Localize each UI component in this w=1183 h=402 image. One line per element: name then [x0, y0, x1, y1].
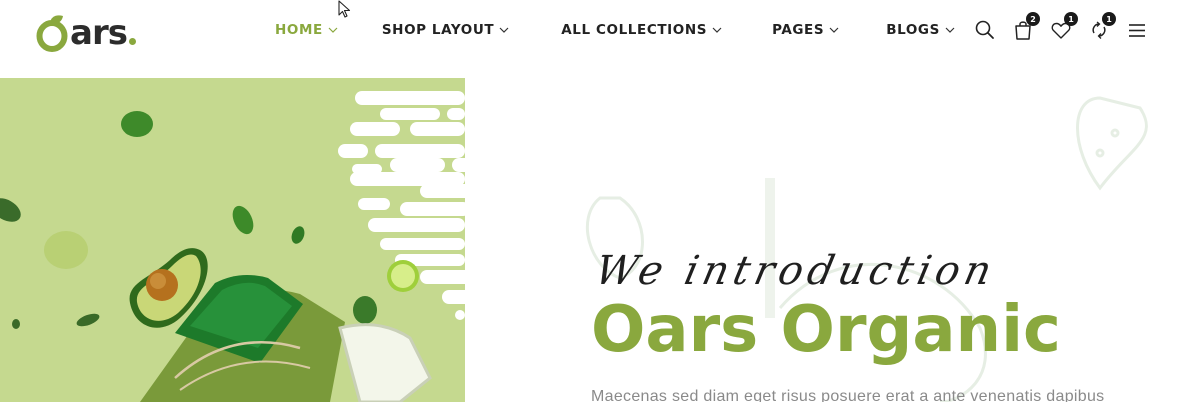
- mouse-cursor-icon: [338, 0, 351, 18]
- main-nav: HOME SHOP LAYOUT ALL COLLECTIONS PAGES B…: [275, 20, 955, 40]
- nav-item-all-collections[interactable]: ALL COLLECTIONS: [561, 20, 722, 40]
- cart-count-badge: 2: [1026, 12, 1040, 26]
- search-button[interactable]: [974, 18, 996, 42]
- header-actions: 2 1 1: [974, 12, 1148, 42]
- hero-tagline: We introduction: [591, 248, 1001, 294]
- nav-item-label: BLOGS: [886, 22, 940, 38]
- nav-item-label: SHOP LAYOUT: [381, 22, 495, 38]
- nav-item-home[interactable]: HOME: [275, 20, 338, 40]
- chevron-down-icon: [829, 27, 839, 33]
- hamburger-menu-icon: [1129, 24, 1145, 37]
- logo-leaf-o-icon: [36, 15, 68, 52]
- wishlist-count-badge: 1: [1064, 12, 1078, 26]
- chevron-down-icon: [499, 27, 509, 33]
- compare-button[interactable]: 1: [1088, 12, 1116, 42]
- hero-product-image: [0, 78, 600, 402]
- hero-banner: We introduction Oars Organic Maecenas se…: [0, 78, 1183, 402]
- nav-item-blogs[interactable]: BLOGS: [886, 20, 955, 40]
- nav-item-label: ALL COLLECTIONS: [561, 22, 708, 38]
- nav-item-shop-layout[interactable]: SHOP LAYOUT: [382, 20, 509, 40]
- hero-description: Maecenas sed diam eget risus posuere era…: [591, 388, 1105, 402]
- chevron-down-icon: [945, 27, 955, 33]
- logo[interactable]: ars: [36, 8, 136, 52]
- search-icon: [975, 20, 994, 39]
- wishlist-button[interactable]: 1: [1050, 12, 1078, 42]
- nav-item-label: PAGES: [772, 22, 825, 38]
- hero-title: Oars Organic: [591, 293, 1061, 367]
- chevron-down-icon: [712, 27, 722, 33]
- compare-count-badge: 1: [1102, 12, 1116, 26]
- logo-dot: [128, 38, 136, 45]
- cart-button[interactable]: 2: [1012, 12, 1040, 42]
- nav-item-pages[interactable]: PAGES: [772, 20, 839, 40]
- site-header: ars HOME SHOP LAYOUT ALL COLLECTIONS PAG…: [0, 0, 1183, 62]
- chevron-down-icon: [328, 27, 338, 33]
- nav-item-label: HOME: [275, 22, 323, 38]
- logo-text: ars: [70, 13, 128, 53]
- menu-button[interactable]: [1126, 18, 1148, 42]
